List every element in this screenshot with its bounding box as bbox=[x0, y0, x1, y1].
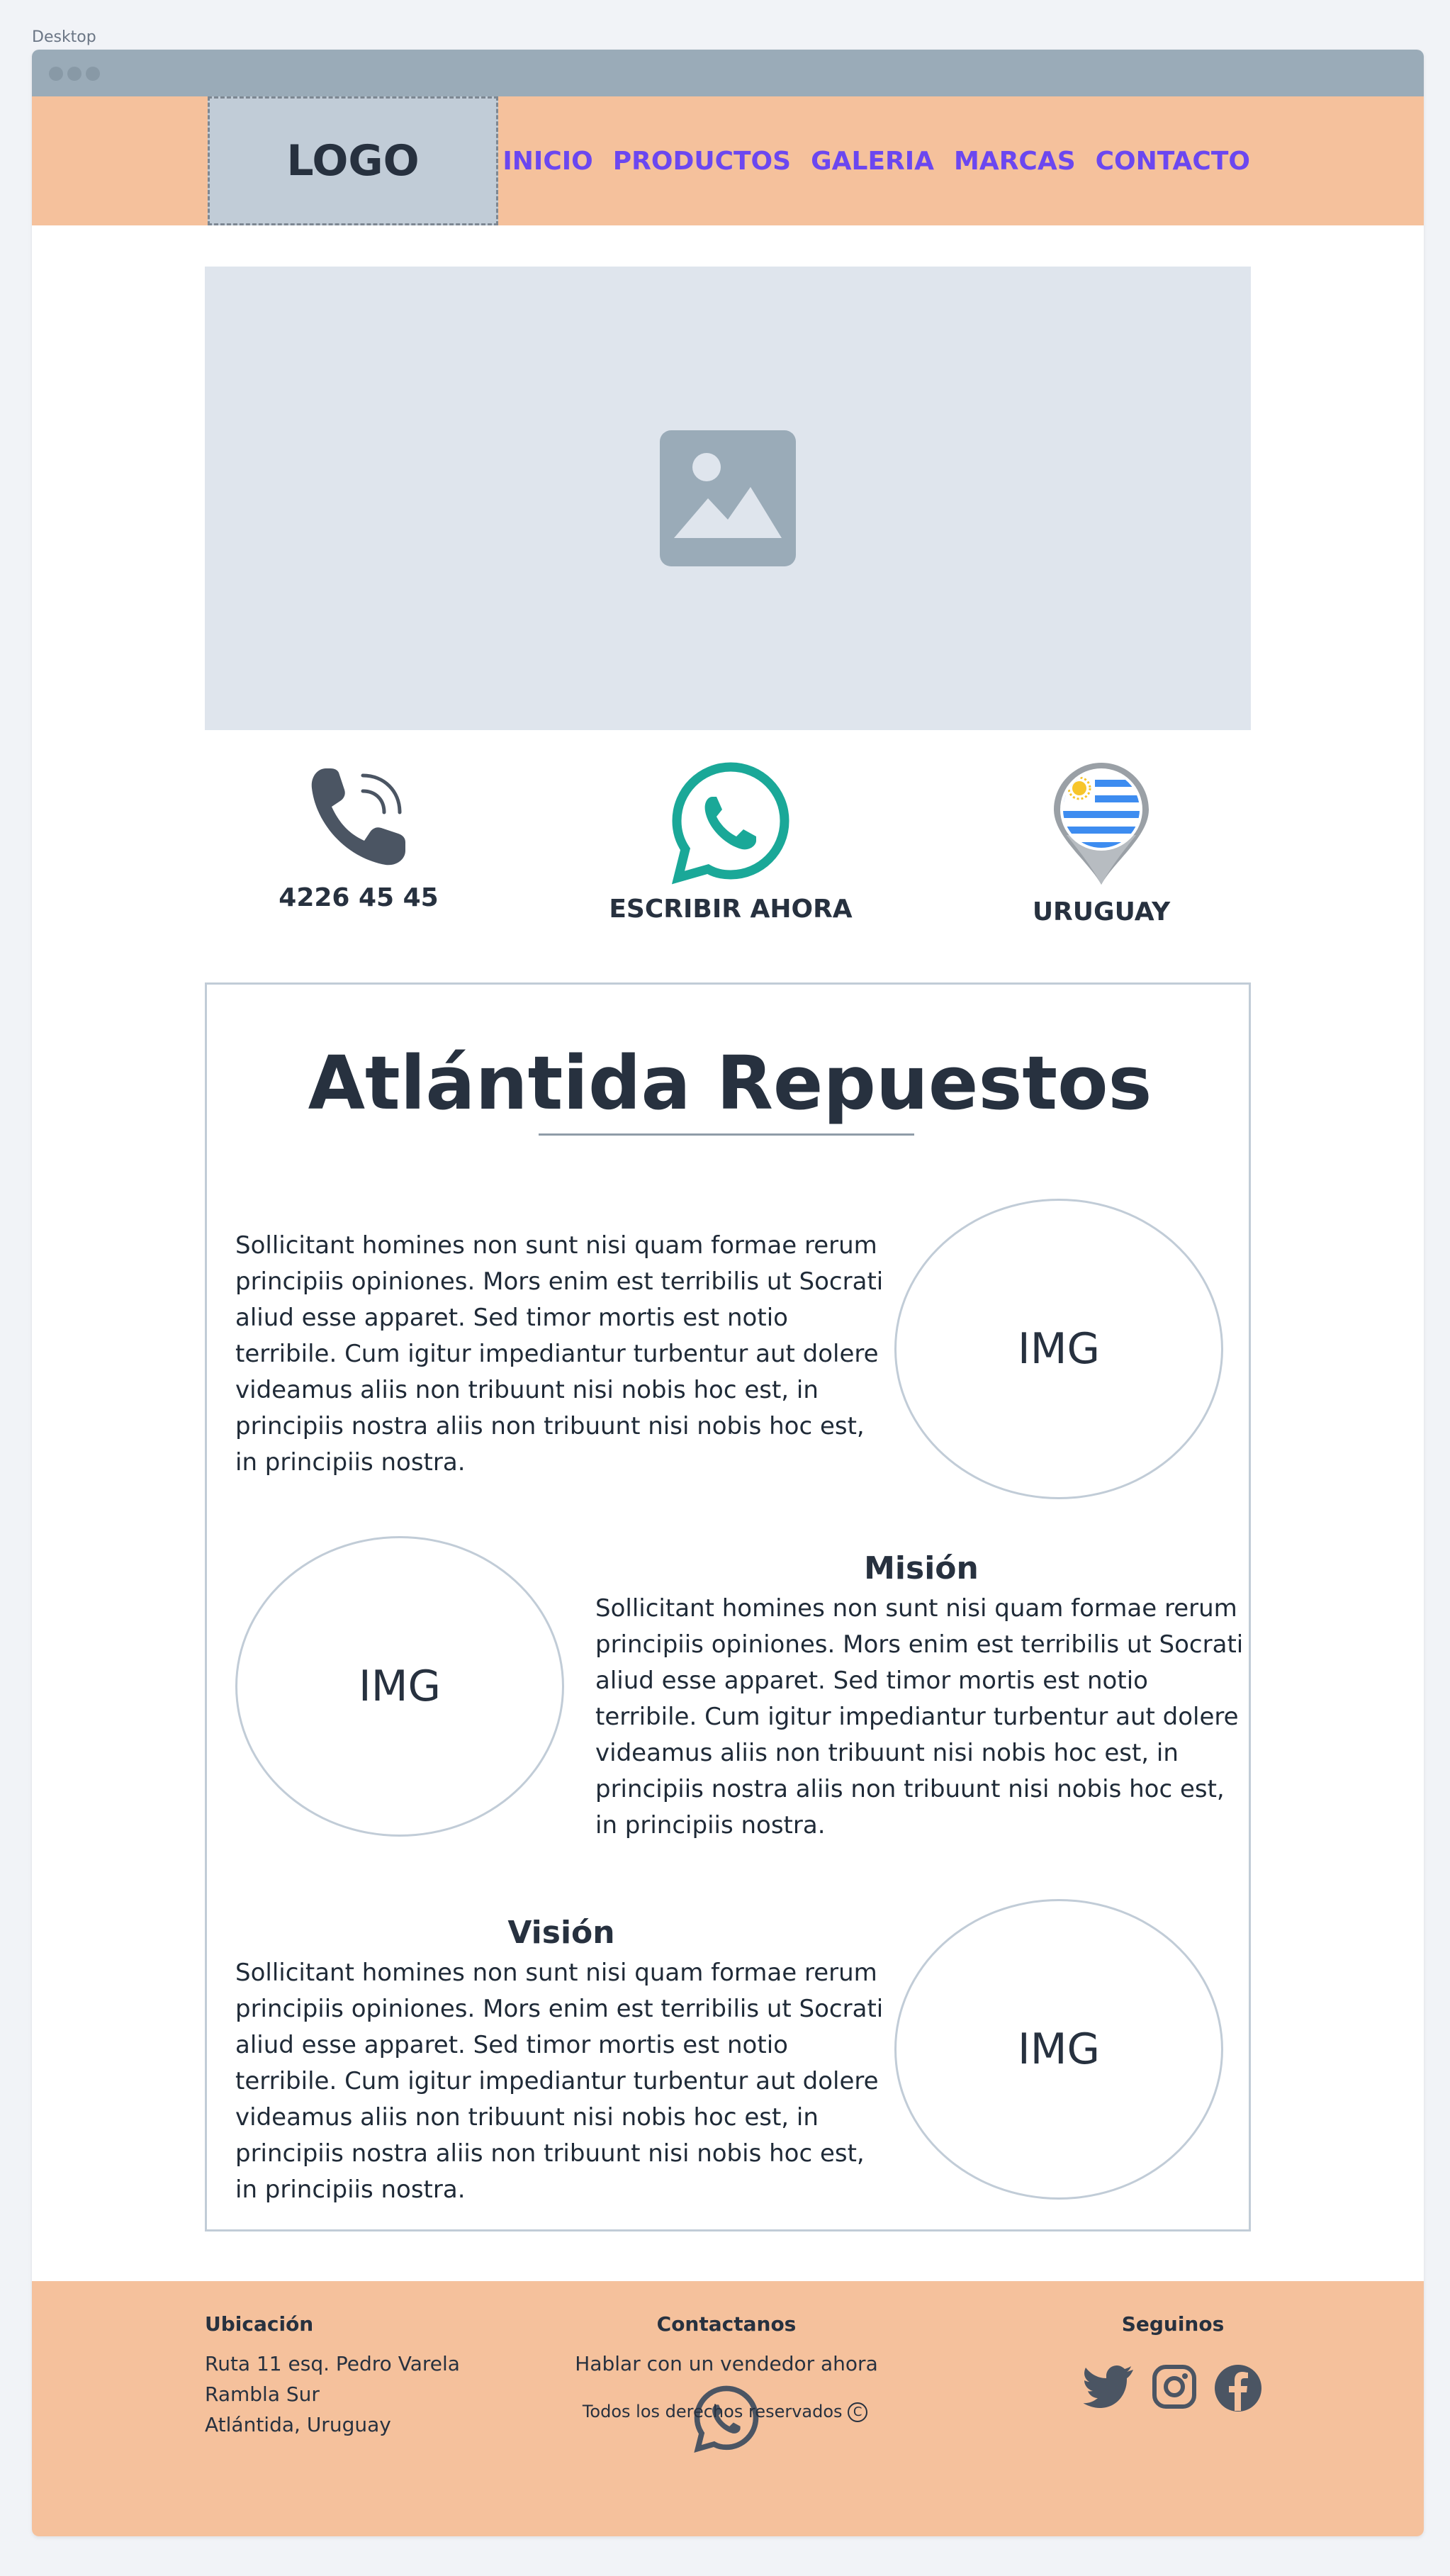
nav-inicio[interactable]: INICIO bbox=[502, 147, 592, 176]
phone-number: 4226 45 45 bbox=[279, 883, 439, 912]
phone-icon bbox=[311, 768, 405, 866]
intro-paragraph: Sollicitant homines non sunt nisi quam f… bbox=[235, 1231, 884, 1477]
nav-productos[interactable]: PRODUCTOS bbox=[613, 147, 791, 176]
image-placeholder-icon bbox=[660, 430, 796, 566]
contactanos-title: Contactanos bbox=[656, 2312, 797, 2336]
window-dot bbox=[49, 67, 63, 81]
seguinos-title: Seguinos bbox=[1121, 2312, 1225, 2336]
nav-contacto[interactable]: CONTACTO bbox=[1096, 147, 1250, 176]
about-section: Atlántida Repuestos Sollicitant homines … bbox=[205, 982, 1251, 2231]
contact-location[interactable]: URUGUAY bbox=[952, 760, 1250, 926]
frame-label: Desktop bbox=[32, 28, 96, 46]
title-underline bbox=[539, 1133, 914, 1136]
mision-paragraph: Sollicitant homines non sunt nisi quam f… bbox=[595, 1594, 1244, 1839]
site-header: LOGO INICIO PRODUCTOS GALERIA MARCAS CON… bbox=[32, 96, 1424, 225]
ubicacion-title: Ubicación bbox=[205, 2312, 314, 2336]
footer-seguinos: Seguinos bbox=[1052, 2312, 1293, 2412]
intro-image: IMG bbox=[894, 1199, 1223, 1499]
uruguay-location-pin-icon bbox=[1054, 763, 1149, 885]
window-chrome bbox=[32, 50, 1424, 96]
mision-image: IMG bbox=[235, 1536, 564, 1837]
whatsapp-cta: ESCRIBIR AHORA bbox=[609, 895, 853, 924]
window-dot bbox=[67, 67, 82, 81]
nav-marcas[interactable]: MARCAS bbox=[954, 147, 1076, 176]
nav-galeria[interactable]: GALERIA bbox=[811, 147, 934, 176]
vision-image: IMG bbox=[894, 1899, 1223, 2200]
copyright-text: Todos los derechos reservados bbox=[582, 2402, 843, 2421]
vision-paragraph: Sollicitant homines non sunt nisi quam f… bbox=[235, 1959, 884, 2204]
contact-whatsapp[interactable]: ESCRIBIR AHORA bbox=[582, 760, 879, 924]
contactanos-text[interactable]: Hablar con un vendedor ahora bbox=[556, 2348, 897, 2379]
footer-contactanos: Contactanos Hablar con un vendedor ahora bbox=[556, 2312, 897, 2455]
mision-title: Misión bbox=[864, 1550, 979, 1586]
about-title: Atlántida Repuestos bbox=[308, 1040, 1152, 1126]
logo[interactable]: LOGO bbox=[208, 96, 498, 225]
desktop-frame: LOGO INICIO PRODUCTOS GALERIA MARCAS CON… bbox=[32, 50, 1424, 2536]
copyright-icon: C bbox=[848, 2402, 868, 2422]
country-label: URUGUAY bbox=[1032, 897, 1171, 926]
window-dot bbox=[86, 67, 100, 81]
address-line: Ruta 11 esq. Pedro Varela bbox=[205, 2352, 460, 2375]
copyright: Todos los derechos reservados C bbox=[0, 2402, 1450, 2422]
vision-title: Visión bbox=[507, 1915, 615, 1951]
contact-phone[interactable]: 4226 45 45 bbox=[210, 760, 507, 912]
whatsapp-icon bbox=[671, 762, 789, 885]
main-nav: INICIO PRODUCTOS GALERIA MARCAS CONTACTO bbox=[502, 96, 1250, 225]
hero-image bbox=[205, 267, 1251, 730]
